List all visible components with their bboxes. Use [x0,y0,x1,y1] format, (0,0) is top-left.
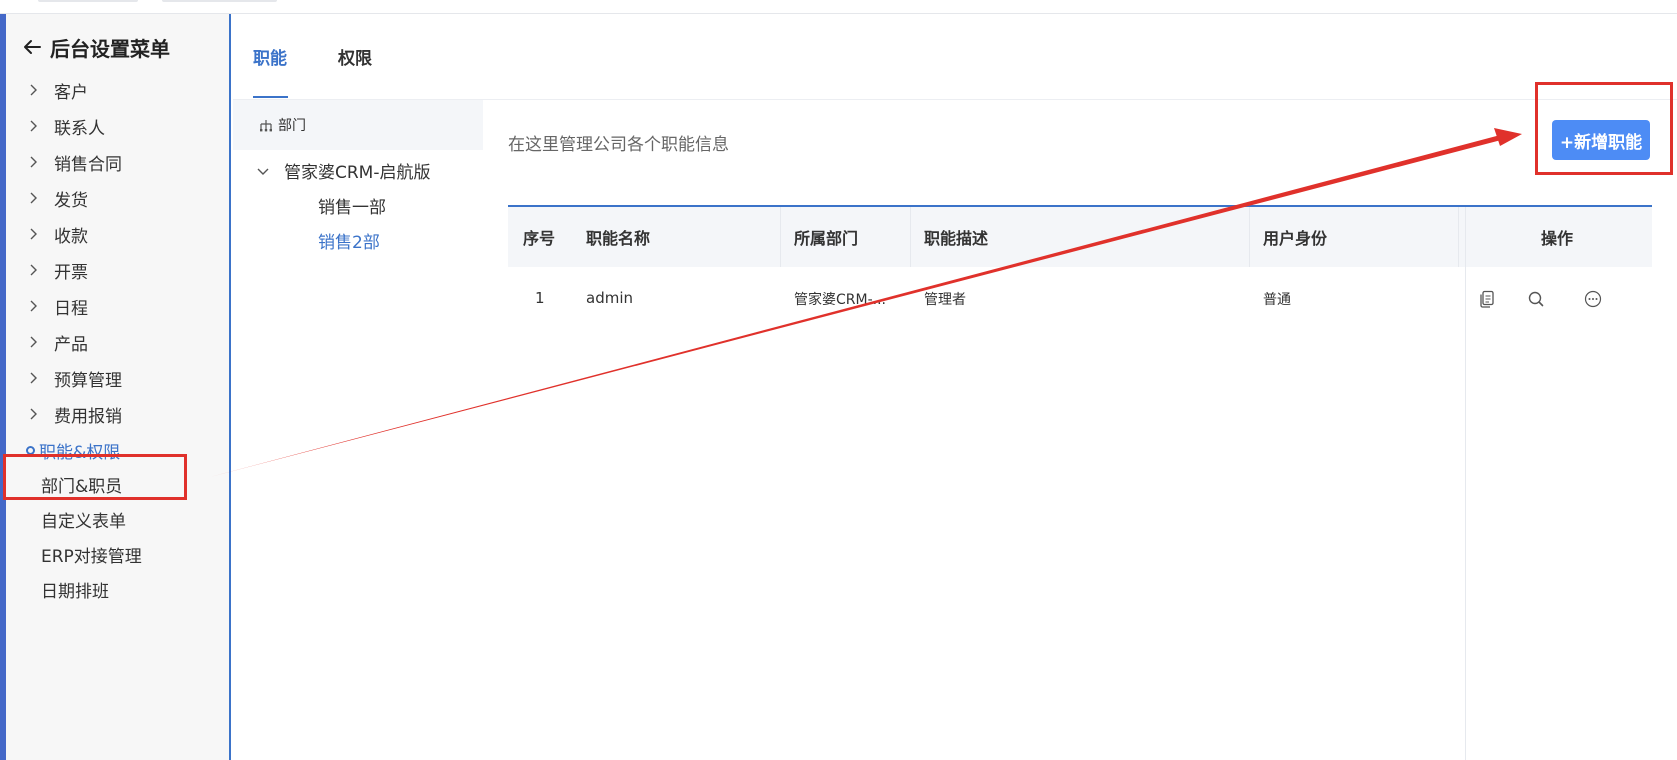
chevron-right-icon [30,228,37,240]
sidebar-item-label: 销售合同 [54,154,122,175]
column-header-index: 序号 [523,229,556,248]
org-chart-icon [260,120,272,132]
chevron-right-icon [30,84,37,96]
sidebar-item-customer[interactable]: 客户 [6,72,229,108]
tab-permissions[interactable]: 权限 [338,44,372,69]
sidebar-item-label: ERP对接管理 [41,546,142,567]
tree-node-sales-2[interactable]: 销售2部 [318,228,380,253]
sidebar-item-label: 费用报销 [54,406,122,427]
column-divider [1458,207,1459,267]
sidebar-item-product[interactable]: 产品 [6,324,229,360]
sidebar-item-budget[interactable]: 预算管理 [6,360,229,396]
more-icon[interactable] [1583,289,1603,309]
column-header-department: 所属部门 [794,229,859,248]
tree-node-label: 销售一部 [318,198,386,218]
sidebar-item-label: 产品 [54,334,88,355]
sidebar-item-invoice[interactable]: 开票 [6,252,229,288]
column-divider [1249,207,1250,267]
sidebar-item-payment[interactable]: 收款 [6,216,229,252]
chevron-right-icon [30,372,37,384]
sidebar-item-sales-contract[interactable]: 销售合同 [6,144,229,180]
cell-description: 管理者 [924,292,966,308]
sidebar-item-shipping[interactable]: 发货 [6,180,229,216]
chevron-right-icon [30,192,37,204]
column-divider [780,207,781,267]
page-description: 在这里管理公司各个职能信息 [508,135,729,155]
add-role-button[interactable]: +新增职能 [1552,120,1650,160]
chevron-right-icon [30,264,37,276]
department-panel-header: 部门 [233,100,483,150]
cell-department: 管家婆CRM-... [794,292,886,308]
actions-column-divider [1465,207,1466,760]
back-arrow-icon[interactable] [20,35,44,59]
active-dot-icon [26,445,35,455]
tree-node-label: 管家婆CRM-启航版 [284,163,431,183]
chevron-right-icon [30,156,37,168]
search-icon[interactable] [1526,289,1546,309]
sidebar-item-label: 自定义表单 [41,511,126,532]
app-root: 后台设置菜单 客户 联系人 销售合同 发货 收款 开票 日程 产品 预算管理 费… [0,0,1677,760]
sidebar-item-label: 职能&权限 [39,442,121,463]
chevron-down-icon[interactable] [256,164,270,178]
sidebar-item-custom-form[interactable]: 自定义表单 [6,501,229,537]
sidebar: 后台设置菜单 客户 联系人 销售合同 发货 收款 开票 日程 产品 预算管理 费… [6,14,231,760]
sidebar-item-erp[interactable]: ERP对接管理 [6,536,229,572]
table-header: 序号 职能名称 所属部门 职能描述 用户身份 操作 [508,207,1652,267]
sidebar-title-label: 后台设置菜单 [50,36,170,61]
sidebar-item-schedule[interactable]: 日程 [6,288,229,324]
department-panel: 部门 管家婆CRM-启航版 销售一部 销售2部 [233,100,483,760]
cell-index: 1 [535,289,545,307]
tree-node-root[interactable]: 管家婆CRM-启航版 [256,158,430,183]
tree-node-sales-1[interactable]: 销售一部 [318,193,386,218]
sidebar-item-label: 日程 [54,298,88,319]
sidebar-item-label: 客户 [54,82,88,103]
sidebar-item-date-shift[interactable]: 日期排班 [6,571,229,607]
chevron-right-icon [30,336,37,348]
cell-name: admin [586,289,633,307]
tab-roles[interactable]: 职能 [253,44,287,69]
column-header-name: 职能名称 [586,229,651,248]
sidebar-item-contacts[interactable]: 联系人 [6,108,229,144]
chevron-right-icon [30,300,37,312]
active-tab-indicator [253,96,288,98]
sidebar-item-label: 部门&职员 [41,476,123,497]
sidebar-item-departments-staff[interactable]: 部门&职员 [6,466,229,502]
column-header-actions: 操作 [1541,229,1574,248]
column-header-description: 职能描述 [924,229,989,248]
chevron-right-icon [30,120,37,132]
top-strip [0,0,1677,14]
sidebar-item-label: 预算管理 [54,370,122,391]
sidebar-item-label: 日期排班 [41,581,109,602]
cell-identity: 普通 [1263,292,1291,308]
tab-bar: 职能 权限 [233,14,1677,100]
top-tab-stub [38,0,138,2]
top-tab-stub [162,0,277,2]
department-panel-title: 部门 [278,118,306,134]
tree-node-label: 销售2部 [318,233,380,253]
chevron-right-icon [30,408,37,420]
sidebar-item-roles-permissions[interactable]: 职能&权限 [6,432,229,468]
sidebar-title[interactable]: 后台设置菜单 [20,32,170,62]
column-header-identity: 用户身份 [1263,229,1328,248]
sidebar-item-label: 收款 [54,226,88,247]
sidebar-item-label: 开票 [54,262,88,283]
sidebar-item-expense[interactable]: 费用报销 [6,396,229,432]
copy-icon[interactable] [1477,289,1497,309]
main-content: 在这里管理公司各个职能信息 +新增职能 [483,100,1677,760]
sidebar-item-label: 发货 [54,190,88,211]
sidebar-item-label: 联系人 [54,118,105,139]
column-divider [910,207,911,267]
